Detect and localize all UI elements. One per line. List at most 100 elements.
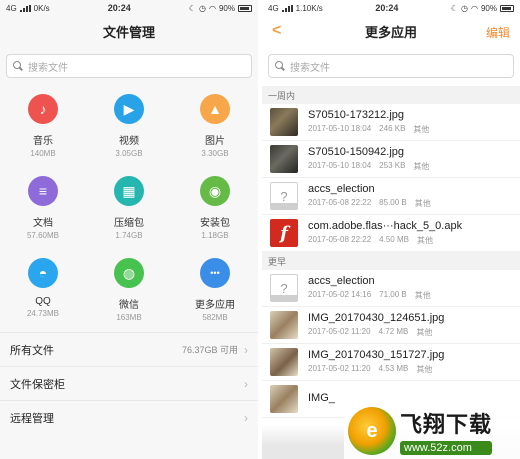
category-label: QQ xyxy=(35,296,51,307)
file-type: 其他 xyxy=(414,199,431,208)
category-more-apps[interactable]: ••• 更多应用 582MB xyxy=(172,248,258,330)
more-apps-icon: ••• xyxy=(200,258,230,288)
screenshot-root: 4G 0K/s 20:24 ☾ ◷ ◠ 90% 文件管理 搜索文件 ♪ 音乐 140… xyxy=(0,0,520,459)
category-label: 图片 xyxy=(205,136,225,147)
title-bar-right: < 更多应用 编辑 xyxy=(262,16,520,46)
file-size: 71.00 B xyxy=(379,290,407,299)
file-type: 其他 xyxy=(416,236,433,245)
page-title: 文件管理 xyxy=(102,24,155,40)
watermark-url: www.52z.com xyxy=(400,441,493,455)
file-name: IMG_ xyxy=(308,391,335,404)
status-bar: 4G 0K/s 20:24 ☾ ◷ ◠ 90% xyxy=(0,0,258,16)
alarm-icon: ◷ xyxy=(199,3,206,13)
menu-row[interactable]: 文件保密柜 › xyxy=(0,366,258,400)
menu-value: 76.37GB 可用 xyxy=(181,345,238,355)
moon-icon: ☾ xyxy=(188,3,197,13)
carrier-label: 4G xyxy=(6,3,17,13)
file-row[interactable]: ? accs_election 2017-05-08 22:22 85.00 B 其他 xyxy=(262,178,520,215)
file-row[interactable]: IMG_20170430_124651.jpg 2017-05-02 11:20 4… xyxy=(262,307,520,344)
category-wechat[interactable]: ◍ 微信 163MB xyxy=(86,248,172,330)
file-row[interactable]: S70510-150942.jpg 2017-05-10 18:04 253 KB 其… xyxy=(262,141,520,178)
category-size: 163MB xyxy=(116,313,142,322)
search-placeholder: 搜索文件 xyxy=(28,62,68,74)
category-archive[interactable]: ▦ 压缩包 1.74GB xyxy=(86,166,172,248)
battery-icon-right xyxy=(500,4,514,12)
file-size: 4.50 MB xyxy=(379,235,409,244)
menu-row[interactable]: 远程管理 › xyxy=(0,400,258,434)
edit-button[interactable]: 编辑 xyxy=(486,24,510,41)
network-speed-right: 1.10K/s xyxy=(295,3,323,13)
file-row[interactable]: S70510-173212.jpg 2017-05-10 18:04 246 KB 其… xyxy=(262,104,520,141)
file-name: IMG_20170430_151727.jpg xyxy=(308,349,445,361)
document-icon: ≡ xyxy=(28,176,58,206)
file-name: IMG_20170430_124651.jpg xyxy=(308,312,445,324)
clock-right: 20:24 xyxy=(375,3,399,13)
file-list: 一周内 S70510-173212.jpg 2017-05-10 18:04 246 … xyxy=(262,86,520,418)
category-label: 视频 xyxy=(119,136,139,147)
file-date: 2017-05-08 22:22 xyxy=(308,198,372,207)
search-icon xyxy=(13,61,23,71)
photo-thumbnail xyxy=(270,385,298,413)
menu-label: 文件保密柜 xyxy=(10,378,65,391)
category-size: 24.73MB xyxy=(26,309,60,318)
category-size: 582MB xyxy=(202,313,228,322)
file-manager-screen: 4G 0K/s 20:24 ☾ ◷ ◠ 90% 文件管理 搜索文件 ♪ 音乐 140… xyxy=(0,0,258,459)
search-input[interactable]: 搜索文件 xyxy=(6,54,252,78)
category-qq[interactable]: ◓ QQ 24.73MB xyxy=(0,248,86,330)
file-row[interactable]: ? accs_election 2017-05-02 14:16 71.00 B 其他 xyxy=(262,270,520,307)
title-bar: 文件管理 xyxy=(0,16,258,46)
file-type: 其他 xyxy=(413,162,430,171)
watermark-title: 飞翔下载 xyxy=(400,412,493,437)
file-row[interactable]: f com.adobe.flas···hack_5_0.apk 2017-05-08… xyxy=(262,215,520,252)
file-date: 2017-05-10 18:04 xyxy=(308,124,372,133)
qq-icon: ◓ xyxy=(28,258,58,288)
more-apps-screen: 4G 1.10K/s 20:24 ☾ ◷ ◠ 90% < 更多应用 编辑 搜索文… xyxy=(262,0,520,459)
category-document[interactable]: ≡ 文档 57.60MB xyxy=(0,166,86,248)
category-size: 3.30GB xyxy=(201,149,229,158)
photo-thumbnail xyxy=(270,348,298,376)
back-button[interactable]: < xyxy=(272,22,281,40)
battery-icon xyxy=(238,4,252,12)
category-size: 57.60MB xyxy=(26,231,60,240)
signal-icon-right xyxy=(281,4,293,12)
picture-icon: ▲ xyxy=(200,94,230,124)
file-type: 其他 xyxy=(416,365,433,374)
moon-icon-right: ☾ xyxy=(450,3,459,13)
section-header: 更早 xyxy=(262,252,520,270)
wifi-icon-right: ◠ xyxy=(471,3,478,13)
status-bar-right: 4G 1.10K/s 20:24 ☾ ◷ ◠ 90% xyxy=(262,0,520,16)
menu-label: 所有文件 xyxy=(10,344,54,357)
section-header: 一周内 xyxy=(262,86,520,104)
file-type: 其他 xyxy=(416,328,433,337)
file-date: 2017-05-02 11:20 xyxy=(308,327,371,336)
file-size: 246 KB xyxy=(379,124,406,133)
site-watermark: e 飞翔下载 www.52z.com xyxy=(344,403,520,459)
category-size: 140MB xyxy=(30,149,56,158)
flash-apk-icon: f xyxy=(270,219,298,247)
category-video[interactable]: ▶ 视频 3.05GB xyxy=(86,84,172,166)
category-size: 1.74GB xyxy=(115,231,143,240)
menu-row[interactable]: 所有文件 76.37GB 可用 › xyxy=(0,332,258,366)
category-label: 文档 xyxy=(33,218,53,229)
file-row[interactable]: IMG_20170430_151727.jpg 2017-05-02 11:20 4… xyxy=(262,344,520,381)
category-label: 安装包 xyxy=(200,218,230,229)
category-label: 更多应用 xyxy=(195,300,235,311)
category-android[interactable]: ◉ 安装包 1.18GB xyxy=(172,166,258,248)
file-size: 253 KB xyxy=(379,161,406,170)
category-picture[interactable]: ▲ 图片 3.30GB xyxy=(172,84,258,166)
category-grid: ♪ 音乐 140MB ▶ 视频 3.05GB ▲ 图片 3.30GB ≡ 文档 57.60MB ▦ 压缩包… xyxy=(0,84,258,330)
battery-percent-right: 90% xyxy=(480,3,497,13)
file-size: 4.53 MB xyxy=(378,364,409,373)
watermark-logo-icon: e xyxy=(348,407,396,455)
search-icon-right xyxy=(275,61,285,71)
music-icon: ♪ xyxy=(28,94,58,124)
category-size: 3.05GB xyxy=(115,149,143,158)
video-icon: ▶ xyxy=(114,94,144,124)
search-input-right[interactable]: 搜索文件 xyxy=(268,54,514,78)
battery-percent: 90% xyxy=(218,3,235,13)
file-size: 4.72 MB xyxy=(378,327,409,336)
file-type: 其他 xyxy=(413,125,430,134)
category-music[interactable]: ♪ 音乐 140MB xyxy=(0,84,86,166)
android-icon: ◉ xyxy=(200,176,230,206)
signal-icon xyxy=(19,4,31,12)
